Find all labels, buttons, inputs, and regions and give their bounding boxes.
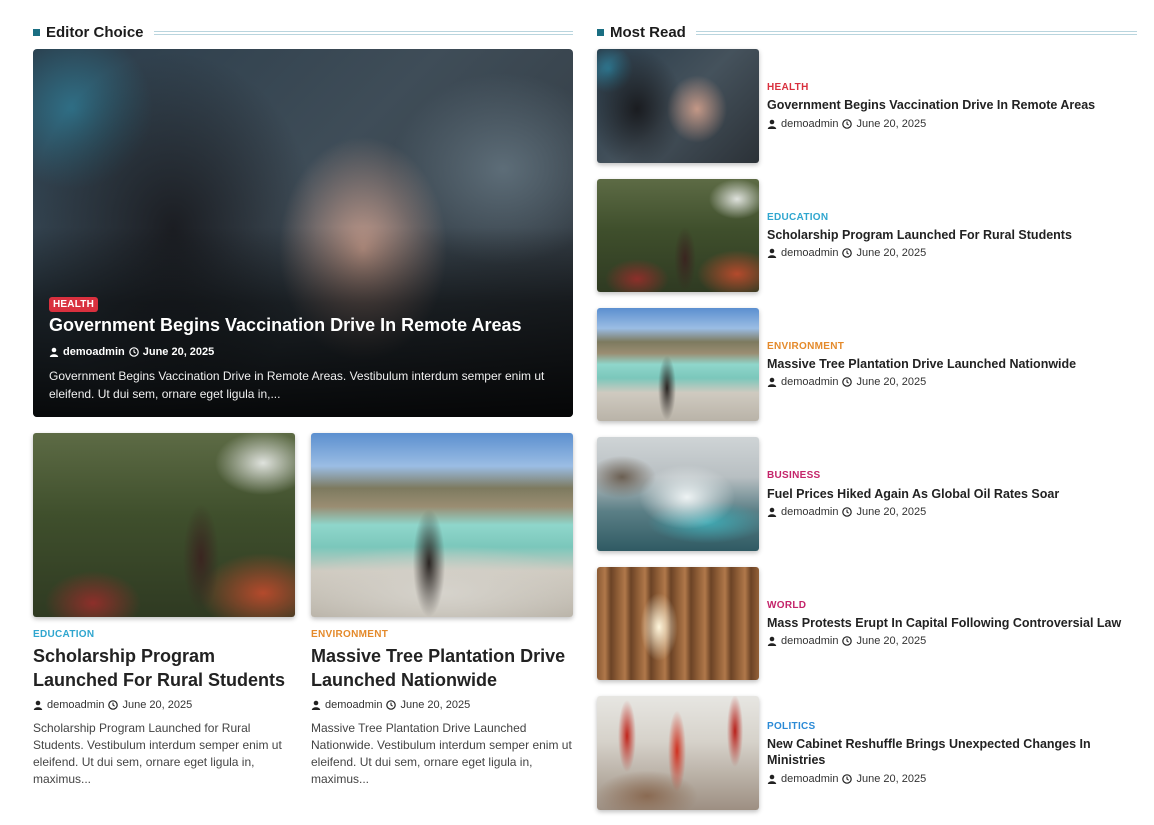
most-read-author[interactable]: demoadmin: [781, 376, 838, 388]
most-read-thumb-business[interactable]: [597, 437, 759, 551]
most-read-author[interactable]: demoadmin: [781, 247, 838, 259]
most-read-meta: demoadmin June 20, 2025: [767, 247, 926, 259]
card-title-environment[interactable]: Massive Tree Plantation Drive Launched N…: [311, 644, 581, 692]
most-read-date: June 20, 2025: [856, 506, 927, 518]
card-date: June 20, 2025: [400, 699, 471, 711]
most-read-title-health[interactable]: Government Begins Vaccination Drive In R…: [767, 97, 1137, 113]
clock-icon: [842, 248, 853, 258]
featured-meta: demoadmin June 20, 2025: [49, 346, 214, 358]
most-read-thumb-world[interactable]: [597, 567, 759, 680]
card-image-environment[interactable]: [311, 433, 573, 617]
most-read-meta: demoadmin June 20, 2025: [767, 376, 926, 388]
card-author[interactable]: demoadmin: [325, 699, 382, 711]
clock-icon: [842, 636, 853, 646]
most-read-author[interactable]: demoadmin: [781, 635, 838, 647]
card-meta-education: demoadmin June 20, 2025: [33, 699, 192, 711]
most-read-date: June 20, 2025: [856, 247, 927, 259]
most-read-author[interactable]: demoadmin: [781, 118, 838, 130]
featured-excerpt: Government Begins Vaccination Drive in R…: [49, 369, 545, 401]
clock-icon: [842, 377, 853, 387]
heading-square-icon: [597, 29, 604, 36]
most-read-heading: Most Read: [597, 24, 1137, 41]
user-icon: [33, 700, 43, 710]
most-read-author[interactable]: demoadmin: [781, 773, 838, 785]
featured-date: June 20, 2025: [142, 346, 215, 358]
most-read-category-environment[interactable]: ENVIRONMENT: [767, 341, 844, 352]
user-icon: [311, 700, 321, 710]
most-read-category-business[interactable]: BUSINESS: [767, 470, 821, 481]
most-read-date: June 20, 2025: [856, 635, 927, 647]
heading-square-icon: [33, 29, 40, 36]
featured-article[interactable]: HEALTH Government Begins Vaccination Dri…: [33, 49, 573, 417]
heading-divider: [153, 30, 573, 35]
most-read-meta: demoadmin June 20, 2025: [767, 635, 926, 647]
editor-choice-heading: Editor Choice: [33, 24, 573, 41]
heading-divider: [695, 30, 1137, 35]
clock-icon: [842, 507, 853, 517]
most-read-title-environment[interactable]: Massive Tree Plantation Drive Launched N…: [767, 356, 1137, 372]
card-author[interactable]: demoadmin: [47, 699, 104, 711]
most-read-thumb-politics[interactable]: [597, 696, 759, 810]
most-read-category-world[interactable]: WORLD: [767, 600, 806, 611]
clock-icon: [128, 347, 139, 357]
most-read-meta: demoadmin June 20, 2025: [767, 506, 926, 518]
most-read-title-education[interactable]: Scholarship Program Launched For Rural S…: [767, 227, 1137, 243]
user-icon: [767, 248, 777, 258]
card-title-education[interactable]: Scholarship Program Launched For Rural S…: [33, 644, 295, 692]
most-read-title: Most Read: [610, 24, 686, 41]
user-icon: [49, 347, 59, 357]
editor-choice-title: Editor Choice: [46, 24, 144, 41]
user-icon: [767, 377, 777, 387]
most-read-thumb-education[interactable]: [597, 179, 759, 292]
featured-title[interactable]: Government Begins Vaccination Drive In R…: [49, 315, 521, 336]
user-icon: [767, 119, 777, 129]
user-icon: [767, 774, 777, 784]
clock-icon: [842, 119, 853, 129]
most-read-thumb-environment[interactable]: [597, 308, 759, 421]
clock-icon: [386, 700, 397, 710]
most-read-author[interactable]: demoadmin: [781, 506, 838, 518]
most-read-date: June 20, 2025: [856, 376, 927, 388]
most-read-title-world[interactable]: Mass Protests Erupt In Capital Following…: [767, 615, 1137, 631]
most-read-category-education[interactable]: EDUCATION: [767, 212, 828, 223]
card-excerpt-environment: Massive Tree Plantation Drive Launched N…: [311, 721, 572, 786]
card-category-education[interactable]: EDUCATION: [33, 629, 94, 640]
card-image-education[interactable]: [33, 433, 295, 617]
most-read-meta: demoadmin June 20, 2025: [767, 773, 926, 785]
user-icon: [767, 507, 777, 517]
card-category-environment[interactable]: ENVIRONMENT: [311, 629, 388, 640]
clock-icon: [108, 700, 119, 710]
featured-category-badge[interactable]: HEALTH: [49, 297, 99, 312]
card-meta-environment: demoadmin June 20, 2025: [311, 699, 470, 711]
featured-author[interactable]: demoadmin: [63, 346, 125, 358]
user-icon: [767, 636, 777, 646]
most-read-meta: demoadmin June 20, 2025: [767, 118, 926, 130]
most-read-date: June 20, 2025: [856, 773, 927, 785]
most-read-title-politics[interactable]: New Cabinet Reshuffle Brings Unexpected …: [767, 736, 1127, 768]
card-excerpt-education: Scholarship Program Launched for Rural S…: [33, 721, 282, 786]
most-read-title-business[interactable]: Fuel Prices Hiked Again As Global Oil Ra…: [767, 486, 1137, 502]
most-read-category-politics[interactable]: POLITICS: [767, 721, 816, 732]
most-read-date: June 20, 2025: [856, 118, 927, 130]
most-read-category-health[interactable]: HEALTH: [767, 82, 809, 93]
most-read-thumb-health[interactable]: [597, 49, 759, 163]
clock-icon: [842, 774, 853, 784]
card-date: June 20, 2025: [122, 699, 193, 711]
